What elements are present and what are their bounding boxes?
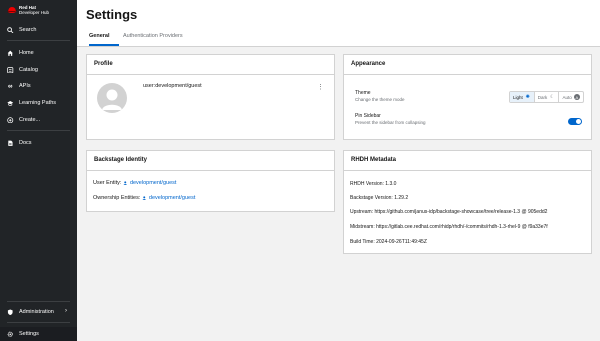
tab-general[interactable]: General xyxy=(89,33,119,46)
card-title: Profile xyxy=(94,61,113,67)
card-divider xyxy=(87,74,334,75)
theme-auto-button[interactable]: Auto A xyxy=(559,92,583,102)
page-title: Settings xyxy=(86,7,138,22)
red-hat-icon xyxy=(7,7,17,13)
switch-knob xyxy=(576,119,581,124)
person-icon xyxy=(102,89,122,110)
backstage-version: Backstage Version: 1.29.2 xyxy=(350,195,409,201)
add-circle-icon xyxy=(7,117,14,124)
sidebar-item-label: Search xyxy=(19,27,37,33)
card-divider xyxy=(87,170,334,171)
sidebar-item-apis[interactable]: APIs xyxy=(0,79,77,93)
ownership-entities-row: Ownership Entities: development/guest xyxy=(93,195,195,201)
logo-line2: Developer Hub xyxy=(19,10,50,15)
sidebar-item-learning-paths[interactable]: Learning Paths xyxy=(0,96,77,110)
sidebar: Red Hat Developer Hub Search Home Catalo… xyxy=(0,0,77,341)
search-icon xyxy=(7,26,14,34)
sidebar-item-search[interactable]: Search xyxy=(0,23,77,37)
sidebar-item-label: Home xyxy=(19,50,34,56)
chevron-right-icon: › xyxy=(65,308,67,314)
kebab-menu-icon[interactable]: ⋮ xyxy=(317,84,324,91)
rhdh-version: RHDH Version: 1.3.0 xyxy=(350,181,397,187)
person-icon xyxy=(142,196,147,201)
sidebar-item-label: Docs xyxy=(19,140,32,146)
sidebar-divider xyxy=(7,40,70,41)
build-time: Build Time: 2024-09-26T11:49:45Z xyxy=(350,239,427,245)
rhdh-metadata-card: RHDH Metadata RHDH Version: 1.3.0 Backst… xyxy=(343,150,592,254)
apis-icon xyxy=(7,83,14,90)
theme-light-button[interactable]: Light ✺ xyxy=(510,92,535,102)
card-divider xyxy=(344,170,591,171)
theme-toggle-group: Light ✺ Dark ☾ Auto A xyxy=(509,91,584,103)
moon-icon: ☾ xyxy=(550,94,555,100)
page-header: Settings General Authentication Provider… xyxy=(77,0,600,47)
sidebar-item-catalog[interactable]: Catalog xyxy=(0,63,77,77)
card-divider xyxy=(344,74,591,75)
appearance-card: Appearance Theme Change the theme mode L… xyxy=(343,54,592,140)
sidebar-item-label: Catalog xyxy=(19,67,38,73)
pin-sidebar-label: Pin Sidebar xyxy=(355,113,381,119)
profile-card: Profile user:development/guest ⋮ xyxy=(86,54,335,140)
theme-label: Theme xyxy=(355,90,371,96)
home-icon xyxy=(7,50,14,57)
tab-authentication-providers[interactable]: Authentication Providers xyxy=(123,33,183,46)
theme-dark-button[interactable]: Dark ☾ xyxy=(535,92,560,102)
auto-mode-icon: A xyxy=(573,94,580,100)
profile-user-name: user:development/guest xyxy=(143,83,202,89)
main-content: Settings General Authentication Provider… xyxy=(77,0,600,341)
ownership-entities-label: Ownership Entities: xyxy=(93,195,141,201)
docs-icon xyxy=(7,140,14,147)
card-title: Backstage Identity xyxy=(94,157,148,163)
school-icon xyxy=(7,100,14,107)
sidebar-divider xyxy=(7,322,70,323)
card-title: Appearance xyxy=(351,61,386,67)
sidebar-item-label: APIs xyxy=(19,83,31,89)
midstream-info: Midstream: https://gitlab.cee.redhat.com… xyxy=(350,224,548,230)
sidebar-item-create[interactable]: Create... xyxy=(0,113,77,127)
sidebar-item-home[interactable]: Home xyxy=(0,46,77,60)
sidebar-divider xyxy=(7,301,70,302)
backstage-identity-card: Backstage Identity User Entity: developm… xyxy=(86,150,335,212)
avatar xyxy=(97,83,127,113)
theme-description: Change the theme mode xyxy=(355,97,405,102)
gear-icon xyxy=(7,331,14,338)
admin-icon xyxy=(7,309,14,316)
user-entity-row: User Entity: development/guest xyxy=(93,180,176,186)
sidebar-item-label: Administration xyxy=(19,309,54,315)
sidebar-item-settings[interactable]: Settings xyxy=(0,327,77,341)
user-entity-link[interactable]: development/guest xyxy=(123,180,176,186)
card-title: RHDH Metadata xyxy=(351,157,397,163)
sidebar-item-label: Settings xyxy=(19,331,39,337)
pin-sidebar-switch[interactable] xyxy=(568,118,582,125)
sidebar-item-administration[interactable]: Administration › xyxy=(0,305,77,319)
pin-sidebar-description: Prevent the sidebar from collapsing xyxy=(355,120,426,125)
red-hat-developer-hub-logo[interactable]: Red Hat Developer Hub xyxy=(7,5,49,15)
sun-icon: ✺ xyxy=(525,94,530,100)
person-icon xyxy=(123,181,128,186)
catalog-icon xyxy=(7,67,14,74)
sidebar-item-label: Create... xyxy=(19,117,41,123)
upstream-info: Upstream: https://github.com/janus-idp/b… xyxy=(350,209,548,215)
ownership-entity-link[interactable]: development/guest xyxy=(142,195,195,201)
sidebar-item-docs[interactable]: Docs xyxy=(0,136,77,150)
sidebar-item-label: Learning Paths xyxy=(19,100,56,106)
sidebar-divider xyxy=(7,130,70,131)
user-entity-label: User Entity: xyxy=(93,180,122,186)
